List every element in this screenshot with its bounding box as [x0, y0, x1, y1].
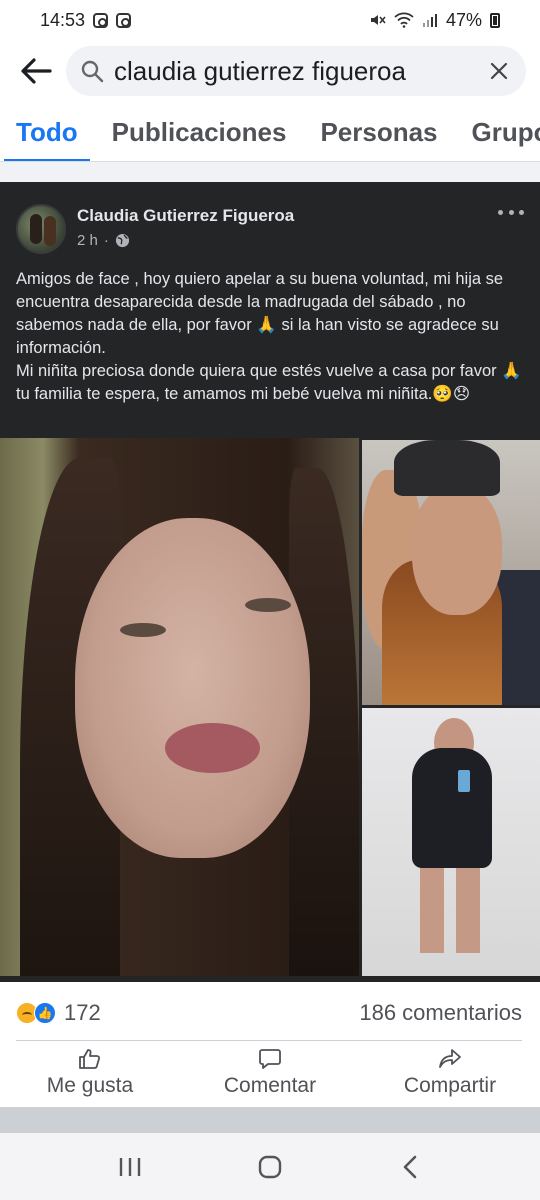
more-options-button[interactable]: [498, 202, 524, 222]
signal-icon: [422, 14, 437, 27]
author-avatar[interactable]: [16, 204, 66, 254]
post-header: Claudia Gutierrez Figueroa 2 h ·: [16, 202, 524, 262]
meta-separator: ·: [103, 232, 109, 249]
photo-detail: [394, 440, 500, 496]
back-button[interactable]: [14, 49, 58, 93]
search-field[interactable]: claudia gutierrez figueroa: [66, 46, 526, 96]
mute-icon: [370, 15, 386, 25]
instagram-notification-icon: [116, 12, 132, 28]
comment-count[interactable]: 186 comentarios: [359, 1000, 522, 1026]
tab-grupos[interactable]: Grupos: [472, 102, 540, 161]
share-label: Compartir: [403, 1074, 497, 1097]
search-input[interactable]: claudia gutierrez figueroa: [114, 56, 474, 87]
more-dot: [519, 209, 524, 215]
status-bar: 14:53 47%: [0, 0, 540, 40]
photo-detail: [165, 723, 260, 773]
more-dot: [508, 209, 514, 215]
recent-apps-icon: [119, 1157, 141, 1176]
thumbs-up-icon: [79, 1049, 101, 1069]
post-body: Amigos de face , hoy quiero apelar a su …: [16, 268, 522, 406]
post-photo-2[interactable]: [362, 440, 540, 705]
home-button[interactable]: [240, 1142, 300, 1192]
comment-button[interactable]: Comentar: [185, 1044, 355, 1102]
photo-detail: [412, 485, 502, 615]
post-card: Claudia Gutierrez Figueroa 2 h · Amigos …: [0, 182, 540, 982]
divider: [16, 1040, 522, 1041]
comment-icon: [259, 1049, 281, 1069]
status-time: 14:53: [40, 9, 86, 30]
home-icon: [258, 1155, 282, 1178]
photo-detail: [420, 868, 480, 953]
post-author[interactable]: Claudia Gutierrez Figueroa: [77, 206, 294, 226]
comment-label: Comentar: [223, 1074, 317, 1097]
photo-detail: [412, 748, 492, 868]
status-right: 47%: [368, 10, 500, 31]
close-icon: [490, 62, 508, 80]
like-button[interactable]: Me gusta: [5, 1044, 175, 1102]
like-reaction-icon: 👍: [34, 1002, 56, 1024]
post-photo-3[interactable]: [362, 708, 540, 976]
post-paragraph-2: Mi niñita preciosa donde quiera que esté…: [16, 362, 522, 403]
reaction-summary[interactable]: 👍 172: [16, 1000, 101, 1026]
reaction-count: 172: [64, 1000, 101, 1025]
instagram-notification-icon: [93, 12, 109, 28]
wifi-icon: [394, 12, 414, 28]
more-dots-icon: [498, 209, 503, 215]
like-label: Me gusta: [46, 1074, 134, 1097]
tab-todo[interactable]: Todo: [4, 102, 90, 161]
globe-icon: [115, 233, 129, 248]
post-actions: Me gusta Comentar Compartir: [0, 1044, 540, 1102]
back-arrow-icon: [21, 58, 52, 84]
photo-detail: [458, 770, 470, 792]
chevron-left-icon: [403, 1155, 417, 1178]
post-footer: 👍 172 186 comentarios Me gusta Comentar …: [0, 982, 540, 1107]
photo-detail: [75, 518, 310, 858]
share-icon: [439, 1049, 461, 1068]
share-button[interactable]: Compartir: [365, 1044, 535, 1102]
search-filter-tabs: Todo Publicaciones Personas Grupos: [0, 102, 540, 162]
photo-detail: [120, 623, 166, 637]
battery-percent: 47%: [445, 9, 482, 30]
post-meta: 2 h ·: [77, 232, 130, 249]
recent-apps-button[interactable]: [100, 1142, 160, 1192]
post-time[interactable]: 2 h: [77, 232, 98, 249]
system-nav-bar: [0, 1133, 540, 1200]
photo-detail: [245, 598, 291, 612]
system-back-button[interactable]: [380, 1142, 440, 1192]
feed-separator: [0, 1107, 540, 1133]
engagement-row: 👍 172 186 comentarios: [16, 1000, 522, 1026]
post-paragraph-1: Amigos de face , hoy quiero apelar a su …: [16, 270, 504, 357]
reaction-emojis: 👍: [16, 1002, 56, 1024]
tab-publicaciones[interactable]: Publicaciones: [112, 102, 287, 161]
battery-icon: [490, 12, 500, 28]
status-left: 14:53: [40, 9, 132, 31]
clear-search-button[interactable]: [484, 56, 514, 86]
post-photo-main[interactable]: [0, 438, 359, 976]
tab-personas[interactable]: Personas: [320, 102, 437, 161]
search-header: claudia gutierrez figueroa: [0, 40, 540, 102]
search-icon: [81, 60, 104, 83]
post-photo-grid: [0, 438, 540, 978]
